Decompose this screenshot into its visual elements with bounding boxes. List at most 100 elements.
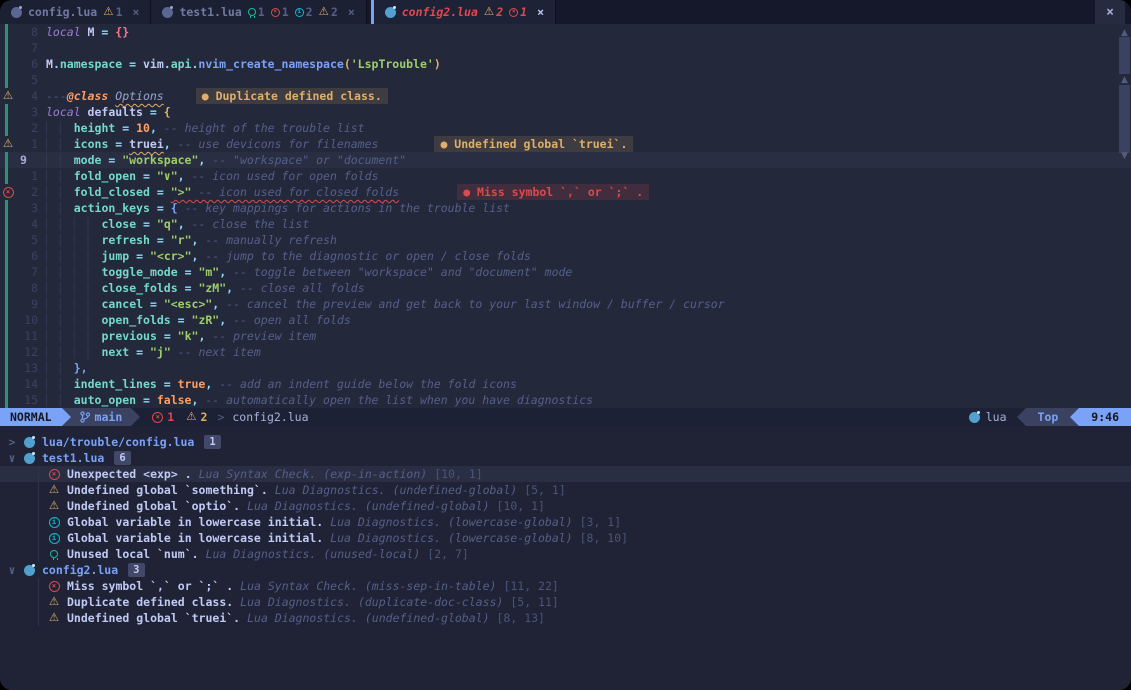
code-editor[interactable]: 8local M = {}76M.namespace = vim.api.nvi… xyxy=(0,24,1131,408)
code-line[interactable]: 5 xyxy=(0,72,1131,88)
tab-diagnostic-count: ⚠2 xyxy=(319,5,338,19)
diagnostic-code: (unused-local) xyxy=(323,546,420,562)
sign-column xyxy=(0,168,16,184)
chevron-right-icon[interactable]: > xyxy=(0,434,16,450)
indent-guide: ▏ xyxy=(74,233,81,247)
error-icon: × xyxy=(3,187,14,198)
sign-column xyxy=(0,40,16,56)
code-line[interactable]: 9▏ ▏ ▏ ▏ cancel = "<esc>", -- cancel the… xyxy=(0,296,1131,312)
code-text: ---@class Options● Duplicate defined cla… xyxy=(40,88,388,104)
sign-column xyxy=(0,120,16,136)
code-line[interactable]: 8local M = {} xyxy=(0,24,1131,40)
trouble-diagnostic-row[interactable]: Unused local `num`.Lua Diagnostics.(unus… xyxy=(0,546,1131,562)
git-added-sign xyxy=(5,344,8,360)
indent-guide: ▏ xyxy=(46,121,53,135)
indent-guide: ▏ xyxy=(60,361,67,375)
trouble-diagnostic-row[interactable]: ⚠Undefined global `something`.Lua Diagno… xyxy=(0,482,1131,498)
chevron-right-icon: > xyxy=(217,408,224,426)
close-icon[interactable]: × xyxy=(348,5,355,19)
code-line[interactable]: 2▏ ▏ height = 10, -- height of the troub… xyxy=(0,120,1131,136)
scrollbar-thumb[interactable] xyxy=(1119,37,1130,74)
trouble-file-row[interactable]: ∨config2.lua3 xyxy=(0,562,1131,578)
tab-diagnostic-count: ×1 xyxy=(509,5,527,19)
scrollbar-mark-up-icon: ▲ xyxy=(1119,75,1130,85)
line-number: 4 xyxy=(16,88,40,104)
tab-label: config2.lua xyxy=(402,5,478,19)
code-line[interactable]: ×2▏ ▏ fold_closed = ">" -- icon used for… xyxy=(0,184,1131,200)
code-line[interactable]: 11▏ ▏ ▏ ▏ previous = "k", -- preview ite… xyxy=(0,328,1131,344)
code-line[interactable]: 5▏ ▏ ▏ ▏ refresh = "r", -- manually refr… xyxy=(0,232,1131,248)
tab-test1.lua[interactable]: test1.lua1×1i2⚠2× xyxy=(151,0,366,24)
code-line[interactable]: ⚠4---@class Options● Duplicate defined c… xyxy=(0,88,1131,104)
tab-bar: config.lua⚠1×test1.lua1×1i2⚠2×config2.lu… xyxy=(0,0,1131,24)
trouble-diagnostic-row[interactable]: iGlobal variable in lowercase initial.Lu… xyxy=(0,514,1131,530)
trouble-diagnostic-row[interactable]: ⚠Duplicate defined class.Lua Diagnostics… xyxy=(0,594,1131,610)
code-line[interactable]: 8▏ ▏ ▏ ▏ close_folds = "zM", -- close al… xyxy=(0,280,1131,296)
indent-guide: ▏ xyxy=(46,329,53,343)
code-line[interactable]: 3local defaults = { xyxy=(0,104,1131,120)
code-line[interactable]: 6M.namespace = vim.api.nvim_create_names… xyxy=(0,56,1131,72)
line-number: 7 xyxy=(16,264,40,280)
diagnostic-source: Lua Diagnostics. xyxy=(206,546,317,562)
trouble-diagnostic-row[interactable]: iGlobal variable in lowercase initial.Lu… xyxy=(0,530,1131,546)
code-line[interactable]: 3▏ ▏ action_keys = { -- key mappings for… xyxy=(0,200,1131,216)
scrollbar-thumb[interactable] xyxy=(1119,85,1130,153)
diagnostic-position: [5, 1] xyxy=(524,482,566,498)
indent-guide: ▏ xyxy=(60,169,67,183)
scroll-position: Top xyxy=(1026,408,1071,426)
tab-config.lua[interactable]: config.lua⚠1× xyxy=(0,0,151,24)
close-all-button[interactable]: × xyxy=(1095,0,1125,24)
code-text: ▏ ▏ ▏ ▏ next = "j" -- next item xyxy=(40,344,261,360)
git-branch-icon xyxy=(80,411,90,423)
code-line[interactable]: 6▏ ▏ ▏ ▏ jump = "<cr>", -- jump to the d… xyxy=(0,248,1131,264)
cursor-position: 9:46 xyxy=(1079,408,1131,426)
close-icon[interactable]: × xyxy=(133,5,140,19)
trouble-diagnostic-row[interactable]: ⚠Undefined global `truei`.Lua Diagnostic… xyxy=(0,610,1131,626)
code-line[interactable]: 7▏ ▏ ▏ ▏ toggle_mode = "m", -- toggle be… xyxy=(0,264,1131,280)
diagnostic-source: Lua Diagnostics. xyxy=(330,514,441,530)
trouble-diagnostic-row[interactable]: ⚠Undefined global `optio`.Lua Diagnostic… xyxy=(0,498,1131,514)
indent-guide: ▏ xyxy=(46,249,53,263)
trouble-file-row[interactable]: >lua/trouble/config.lua1 xyxy=(0,434,1131,450)
trouble-diagnostic-row[interactable]: ×Unexpected <exp> .Lua Syntax Check.(exp… xyxy=(0,466,1131,482)
trouble-file-row[interactable]: ∨test1.lua6 xyxy=(0,450,1131,466)
code-line[interactable]: 15▏ ▏ auto_open = false, -- automaticall… xyxy=(0,392,1131,408)
code-line[interactable]: 7 xyxy=(0,40,1131,56)
diagnostic-message: Undefined global `something`. xyxy=(67,482,268,498)
chevron-down-icon[interactable]: ∨ xyxy=(0,450,16,466)
indent-guide: ▏ xyxy=(60,153,67,167)
code-line[interactable]: 12▏ ▏ ▏ ▏ next = "j" -- next item xyxy=(0,344,1131,360)
indent-guide: ▏ xyxy=(60,297,67,311)
tab-diagnostic-count: ⚠2 xyxy=(484,5,503,19)
code-line[interactable]: 4▏ ▏ ▏ ▏ close = "q", -- close the list xyxy=(0,216,1131,232)
diagnostic-source: Lua Diagnostics. xyxy=(240,594,351,610)
warning-icon: ⚠ xyxy=(3,138,13,150)
error-icon: × xyxy=(271,8,280,17)
diagnostic-message: Miss symbol `,` or `;` . xyxy=(67,578,233,594)
tab-config2.lua[interactable]: config2.lua ⚠2 ×1 × xyxy=(371,0,556,24)
indent-guide: ▏ xyxy=(60,329,67,343)
code-line[interactable]: 13▏ ▏ }, xyxy=(0,360,1131,376)
chevron-down-icon[interactable]: ∨ xyxy=(0,562,16,578)
code-text: ▏ ▏ fold_closed = ">" -- icon used for c… xyxy=(40,184,649,200)
diagnostic-count-badge: 3 xyxy=(128,563,144,577)
code-line[interactable]: 1▏ ▏ fold_open = "∨", -- icon used for o… xyxy=(0,168,1131,184)
code-line[interactable]: ⚠1▏ ▏ icons = truei, -- use devicons for… xyxy=(0,136,1131,152)
close-icon[interactable]: × xyxy=(537,5,544,19)
diagnostic-source: Lua Syntax Check. xyxy=(240,578,358,594)
warning-icon: ⚠ xyxy=(319,6,329,18)
code-text: ▏ ▏ auto_open = false, -- automatically … xyxy=(40,392,593,408)
indent-guide xyxy=(38,530,39,546)
indent-guide: ▏ xyxy=(74,329,81,343)
git-branch-name: main xyxy=(95,410,123,424)
indent-guide: ▏ xyxy=(46,153,53,167)
code-line[interactable]: 10▏ ▏ ▏ ▏ open_folds = "zR", -- open all… xyxy=(0,312,1131,328)
trouble-diagnostic-row[interactable]: ×Miss symbol `,` or `;` .Lua Syntax Chec… xyxy=(0,578,1131,594)
code-line[interactable]: 14▏ ▏ indent_lines = true, -- add an ind… xyxy=(0,376,1131,392)
indent-guide: ▏ xyxy=(74,217,81,231)
error-icon: × xyxy=(49,469,60,480)
git-added-sign xyxy=(5,152,8,168)
indent-guide: ▏ xyxy=(88,249,95,263)
code-line[interactable]: 9▏ ▏ mode = "workspace", -- "workspace" … xyxy=(0,152,1131,168)
git-added-sign xyxy=(5,24,8,40)
